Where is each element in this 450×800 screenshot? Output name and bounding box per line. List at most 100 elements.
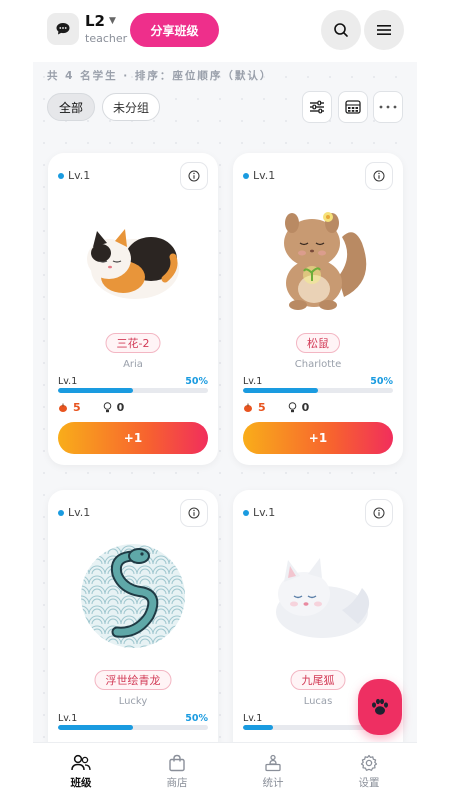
experience-percent: 50% [185,713,208,724]
pet-stats: 5 0 [58,401,208,414]
food-icon [244,403,252,412]
user-role: teacher [85,32,128,45]
nav-item-shop[interactable]: 商店 [129,743,225,800]
experience-level: Lv.1 [243,376,263,387]
experience-row: Lv.1 50% [58,376,208,387]
squirrel-icon [284,212,367,310]
level-dot-icon [243,509,249,516]
more-options-button[interactable] [373,91,403,123]
white-fox-icon [276,558,370,638]
filter-chip-ungrouped[interactable]: 未分组 [102,93,160,121]
level-badge: Lv.1 [58,169,90,182]
pet-stats: 5 0 [243,401,393,414]
pet-name-tag: 九尾狐 [290,670,346,690]
filter-chip-all[interactable]: 全部 [47,93,95,121]
pet-name-tag: 松鼠 [296,333,340,353]
food-count: 5 [258,401,266,414]
hamburger-menu-icon [377,25,391,35]
nav-item-stats[interactable]: 统计 [225,743,321,800]
level-dot-icon [58,172,64,179]
search-icon [334,23,348,37]
experience-fill [58,725,133,730]
lightbulb-icon [103,402,111,413]
student-name: Charlotte [294,359,342,370]
pet-name-tag: 三花-2 [105,333,161,353]
student-count-summary: 共 4 名学生 · 排序：座位顺序（默认） [47,70,273,82]
add-point-button[interactable]: +1 [58,422,208,454]
calico-cat-icon [87,229,179,299]
idea-stat: 0 [103,401,125,414]
nav-item-settings[interactable]: 设置 [321,743,417,800]
filter-settings-button[interactable] [302,91,332,123]
info-icon [188,507,200,519]
idea-stat: 0 [288,401,310,414]
experience-level: Lv.1 [58,713,78,724]
experience-bar [243,388,393,393]
food-count: 5 [73,401,81,414]
experience-percent: 50% [370,376,393,387]
student-name: Aria [123,359,143,370]
student-card[interactable]: Lv.1 松鼠 Charlotte Lv.1 50% 5 0 +1 [233,153,403,465]
podium-icon [265,754,281,771]
level-badge: Lv.1 [243,506,275,519]
info-icon [373,170,385,182]
seating-chart-button[interactable] [338,91,368,123]
search-button[interactable] [321,10,361,50]
info-icon [373,507,385,519]
nav-label: 班级 [70,776,92,789]
student-card[interactable]: Lv.1 三花-2 Aria Lv.1 50% 5 0 +1 [48,153,218,465]
nav-label: 统计 [262,776,284,789]
student-name: Lucky [118,696,148,707]
seating-grid-icon [345,100,361,114]
student-info-button[interactable] [180,162,208,190]
users-icon [71,754,91,770]
experience-fill [243,725,273,730]
experience-fill [243,388,318,393]
menu-button[interactable] [364,10,404,50]
nav-item-class[interactable]: 班级 [33,743,129,800]
food-stat: 5 [243,401,266,414]
level-badge: Lv.1 [243,169,275,182]
student-info-button[interactable] [365,499,393,527]
paw-icon [372,698,388,715]
experience-bar [58,725,208,730]
level-badge-text: Lv.1 [68,169,91,182]
experience-level: Lv.1 [58,376,78,387]
nav-label: 商店 [166,776,188,789]
top-bar: L2 ▼ teacher 分享班级 [33,0,417,62]
class-name: L2 [85,12,105,30]
chat-bubble-icon [56,23,70,35]
lightbulb-icon [288,402,296,413]
class-selector[interactable]: L2 ▼ [85,12,116,30]
experience-row: Lv.1 50% [58,713,208,724]
shopping-bag-icon [169,754,185,771]
level-badge: Lv.1 [58,506,90,519]
pet-action-fab[interactable] [358,679,402,735]
food-icon [59,403,67,412]
more-dots-icon [379,105,397,109]
level-dot-icon [243,172,249,179]
level-badge-text: Lv.1 [253,506,276,519]
info-icon [188,170,200,182]
chat-button[interactable] [47,13,79,45]
idea-count: 0 [116,401,125,414]
bottom-navigation: 班级 商店 统计 设置 [33,742,417,800]
add-point-button[interactable]: +1 [243,422,393,454]
experience-level: Lv.1 [243,713,263,724]
food-stat: 5 [58,401,81,414]
student-info-button[interactable] [365,162,393,190]
share-class-button[interactable]: 分享班级 [130,13,219,47]
level-badge-text: Lv.1 [253,169,276,182]
gear-icon [360,754,378,771]
ukiyoe-dragon-icon [81,544,185,648]
idea-count: 0 [301,401,310,414]
pet-name-tag: 浮世绘青龙 [94,670,172,690]
experience-bar [58,388,208,393]
experience-row: Lv.1 50% [243,376,393,387]
nav-label: 设置 [358,776,380,789]
app-screen: L2 ▼ teacher 分享班级 共 4 名学生 · 排序：座位顺序（默认） … [33,0,417,800]
sliders-icon [310,100,324,114]
chevron-down-icon: ▼ [109,16,116,26]
student-info-button[interactable] [180,499,208,527]
experience-fill [58,388,133,393]
